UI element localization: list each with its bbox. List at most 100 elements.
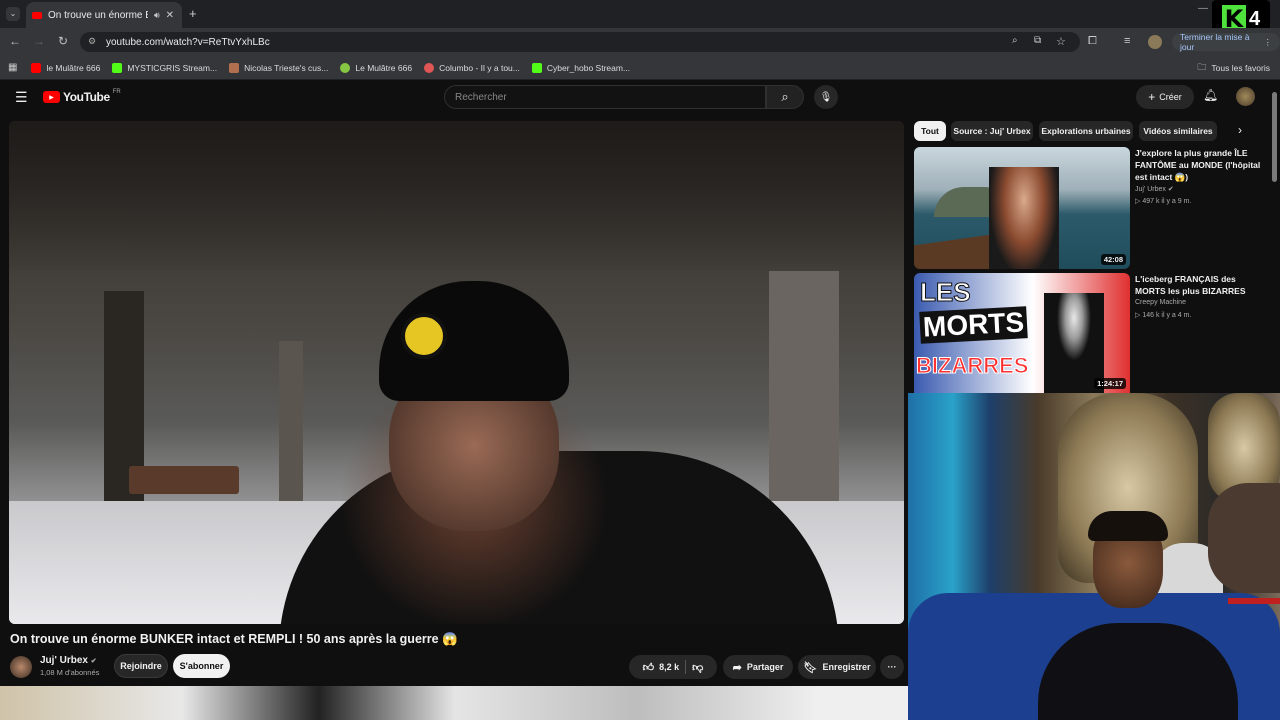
voice-search-button[interactable]: 🎙︎ <box>814 85 838 109</box>
kick-icon <box>531 62 542 73</box>
minimize-icon[interactable]: — <box>1198 3 1208 14</box>
chevron-right-icon[interactable]: › <box>1238 123 1242 137</box>
region-code: FR <box>112 89 121 95</box>
thumb-text: LES <box>920 277 972 308</box>
save-label: Enregistrer <box>822 662 871 672</box>
subscriber-count: 1,08 M d'abonnés <box>40 668 100 677</box>
join-button[interactable]: Rejoindre <box>114 654 168 678</box>
kebab-menu-icon[interactable]: ⋮ <box>1264 37 1273 48</box>
webcam-overlay <box>908 393 1280 720</box>
ceiling <box>9 121 904 271</box>
install-icon[interactable]: ⧉ <box>1034 35 1041 46</box>
create-button[interactable]: + Créer <box>1136 85 1194 109</box>
search-icon: ⌕ <box>781 89 789 104</box>
recommended-meta: ▷ 146 k il y a 4 m. <box>1135 312 1192 319</box>
search-button[interactable]: ⌕ <box>766 85 804 109</box>
back-icon[interactable]: ← <box>6 34 24 48</box>
chip-urban-exploration[interactable]: Explorations urbaines <box>1039 121 1133 141</box>
browser-tab-active[interactable]: On trouve un énorme BUNKER intact et REM… <box>26 2 182 28</box>
radiation-logo-icon <box>401 313 447 359</box>
verified-badge-icon: ✔ <box>1167 186 1174 193</box>
page-scrollbar[interactable] <box>1272 92 1277 182</box>
forward-icon[interactable]: → <box>30 34 48 48</box>
more-actions-button[interactable]: ··· <box>880 655 904 679</box>
chip-source[interactable]: Source : Juj' Urbex <box>951 121 1033 141</box>
like-button[interactable]: 👍︎ 8,2 k <box>643 661 680 674</box>
channel-text: Juj' Urbex <box>1135 186 1166 193</box>
bunker-pillar <box>769 271 839 531</box>
bookmark-item[interactable]: Le Mulâtre 666 <box>340 62 412 73</box>
subscribe-button[interactable]: S'abonner <box>173 654 230 678</box>
duration-badge: 1:24:17 <box>1094 378 1126 389</box>
notifications-bell-icon[interactable]: 🔔︎ <box>1203 88 1218 102</box>
share-label: Partager <box>746 662 784 672</box>
video-player[interactable] <box>9 121 904 624</box>
share-button[interactable]: ➦ Partager <box>723 655 793 679</box>
bookmark-label: Columbo - Il y a tou... <box>439 62 520 73</box>
like-count: 8,2 k <box>659 662 680 672</box>
all-bookmarks-folder[interactable]: 🗀︎ Tous les favoris <box>1197 60 1270 76</box>
plus-icon: + <box>1148 90 1156 104</box>
chip-all[interactable]: Tout <box>914 121 946 141</box>
recommended-thumbnail[interactable]: LES MORTS BIZARRES 1:24:17 <box>914 273 1130 393</box>
bookmark-label: Cyber_hobo Stream... <box>546 62 631 73</box>
update-label: Terminer la mise à jour <box>1180 32 1250 52</box>
recommended-title[interactable]: J'explore la plus grande ÎLE FANTÔME au … <box>1135 147 1265 183</box>
tab-close-icon[interactable]: ✕ <box>166 10 174 21</box>
save-button[interactable]: 🔖︎ Enregistrer <box>798 655 876 679</box>
youtube-play-icon: ▶ <box>43 91 60 103</box>
bookmark-item[interactable]: MYSTICGRIS Stream... <box>112 62 218 73</box>
thumbs-up-icon: 👍︎ <box>642 661 655 674</box>
apps-grid-icon[interactable]: ▦ <box>8 62 17 73</box>
youtube-logo[interactable]: ▶ YouTube FR <box>43 89 121 104</box>
bookmark-label: Nicolas Trieste's cus... <box>244 62 329 73</box>
url-text: youtube.com/watch?v=ReTtvYxhLBc <box>106 36 270 48</box>
recommended-channel[interactable]: Creepy Machine <box>1135 299 1186 306</box>
thumbs-down-icon: 👎︎ <box>692 661 704 674</box>
media-control-icon[interactable]: ≡ <box>1124 35 1130 47</box>
search-input[interactable]: Rechercher <box>444 85 766 109</box>
folder-icon: 🗀︎ <box>1197 61 1207 72</box>
channel-name-text: Juj' Urbex <box>40 655 88 666</box>
streamer-hair <box>1088 511 1168 541</box>
kick-icon <box>112 62 123 73</box>
bookmark-item[interactable]: Cyber_hobo Stream... <box>531 62 631 73</box>
recommended-channel[interactable]: Juj' Urbex ✔ <box>1135 185 1174 193</box>
video-title: On trouve un énorme BUNKER intact et REM… <box>10 632 458 646</box>
channel-avatar[interactable] <box>10 656 32 678</box>
zoom-icon[interactable]: ⌕ <box>1012 35 1018 46</box>
bookmark-label: MYSTICGRIS Stream... <box>127 62 218 73</box>
youtube-wordmark: YouTube <box>63 90 110 104</box>
duration-badge: 42:08 <box>1100 254 1126 265</box>
thumb-text: BIZARRES <box>915 353 1029 379</box>
extensions-icon[interactable]: ⧠ <box>1088 35 1097 48</box>
microphone-icon: 🎙︎ <box>819 91 833 103</box>
youtube-favicon-icon <box>32 11 42 19</box>
bunker-pillar <box>279 341 303 511</box>
bookmark-star-icon[interactable]: ☆ <box>1056 35 1066 48</box>
speaker-icon[interactable]: 🔊︎ <box>154 10 160 21</box>
recommended-title[interactable]: L'iceberg FRANÇAIS des MORTS les plus BI… <box>1135 273 1265 297</box>
tab-search-button[interactable]: ⌄ <box>6 7 20 21</box>
channel-name[interactable]: Juj' Urbex ✔ <box>40 655 97 666</box>
deer-icon <box>229 62 240 73</box>
reload-icon[interactable]: ↻ <box>54 34 72 48</box>
recommended-thumbnail[interactable]: 42:08 <box>914 147 1130 269</box>
bookmark-item[interactable]: le Mulâtre 666 <box>31 62 100 73</box>
create-label: Créer <box>1159 92 1182 102</box>
dislike-button[interactable]: 👎︎ <box>692 661 703 674</box>
second-person <box>1208 483 1280 593</box>
bookmark-item[interactable]: Columbo - Il y a tou... <box>424 62 520 73</box>
new-tab-button[interactable]: + <box>189 6 197 21</box>
omnibox[interactable]: ⚙ youtube.com/watch?v=ReTtvYxhLBc ⌕ ⧉ ☆ <box>80 32 1080 52</box>
site-info-icon[interactable]: ⚙ <box>88 36 96 47</box>
profile-avatar[interactable] <box>1148 35 1162 49</box>
update-button[interactable]: Terminer la mise à jour ⋮ <box>1172 32 1280 52</box>
chip-similar-videos[interactable]: Vidéos similaires <box>1139 121 1217 141</box>
red-light <box>1228 598 1280 604</box>
wooden-debris <box>129 466 239 494</box>
hamburger-menu-icon[interactable]: ☰ <box>15 89 28 106</box>
all-bookmarks-label: Tous les favoris <box>1211 62 1270 73</box>
bookmark-item[interactable]: Nicolas Trieste's cus... <box>229 62 329 73</box>
account-avatar[interactable] <box>1236 87 1255 106</box>
